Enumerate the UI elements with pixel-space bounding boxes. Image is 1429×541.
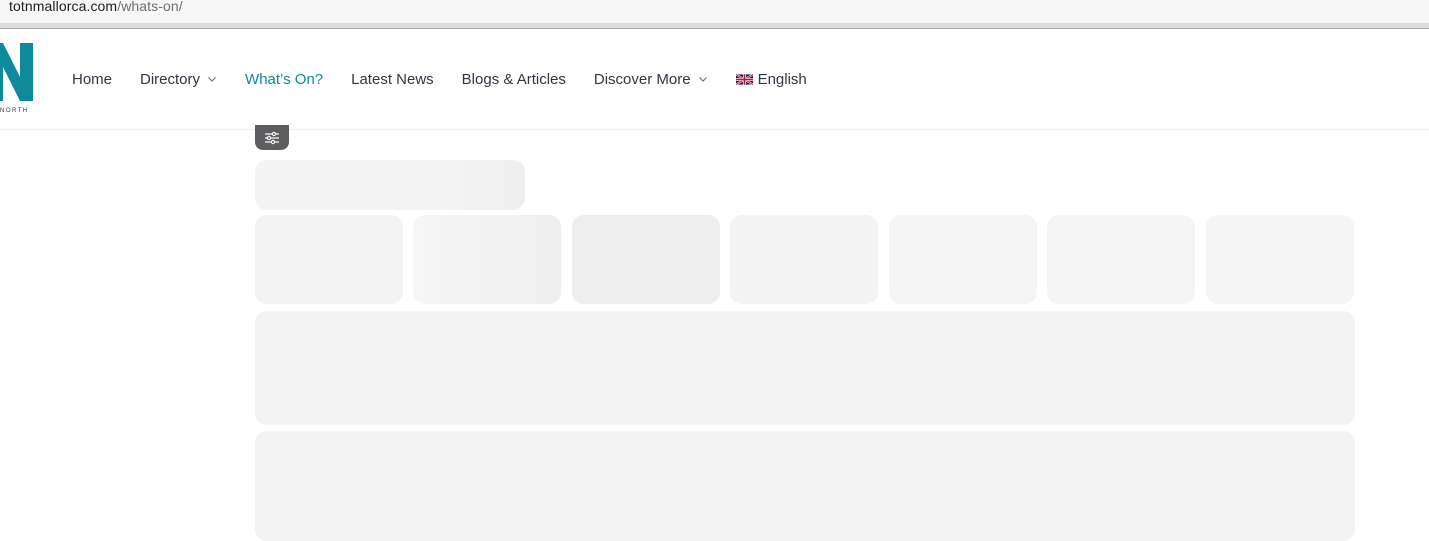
skeleton-card — [1206, 215, 1354, 304]
logo-n-icon — [0, 43, 33, 101]
sliders-icon — [265, 131, 279, 144]
url-text[interactable]: totnmallorca.com/whats-on/ — [9, 0, 183, 15]
language-switcher[interactable]: English — [735, 70, 807, 88]
site-header: NORTH Home Directory What’s On? Latest N… — [0, 29, 1429, 130]
skeleton-card — [1047, 215, 1195, 304]
site-logo[interactable]: NORTH — [0, 43, 40, 117]
nav-item-latest-news[interactable]: Latest News — [351, 71, 434, 88]
nav-item-label: Home — [72, 70, 113, 88]
url-domain: totnmallorca.com — [9, 0, 118, 14]
browser-url-bar[interactable]: totnmallorca.com/whats-on/ — [0, 0, 1429, 23]
skeleton-card — [572, 215, 720, 304]
skeleton-card — [413, 215, 561, 304]
language-label: English — [757, 70, 807, 88]
nav-item-home[interactable]: Home — [72, 71, 112, 88]
nav-item-discover-more[interactable]: Discover More — [594, 71, 708, 88]
logo-tagline: NORTH — [0, 108, 29, 114]
skeleton-block — [255, 311, 1355, 425]
chevron-down-icon — [698, 77, 707, 82]
nav-item-label: Discover More — [593, 70, 691, 88]
url-path: /whats-on/ — [117, 0, 183, 14]
nav-item-blogs-articles[interactable]: Blogs & Articles — [462, 71, 566, 88]
nav-item-label: Blogs & Articles — [461, 70, 566, 88]
nav-item-label: What’s On? — [245, 70, 324, 88]
chevron-down-icon — [208, 77, 216, 82]
nav-item-directory[interactable]: Directory — [140, 71, 217, 88]
nav-item-label: Latest News — [351, 70, 434, 88]
skeleton-title — [255, 160, 525, 210]
skeleton-card — [889, 215, 1037, 304]
filter-toggle-button[interactable] — [255, 125, 289, 150]
skeleton-card — [255, 215, 403, 304]
skeleton-card — [730, 215, 878, 304]
nav-item-label: Directory — [140, 70, 201, 88]
nav-item-whats-on[interactable]: What’s On? — [245, 71, 323, 88]
main-nav: Home Directory What’s On? Latest News Bl… — [72, 29, 835, 129]
uk-flag-icon — [735, 73, 753, 85]
